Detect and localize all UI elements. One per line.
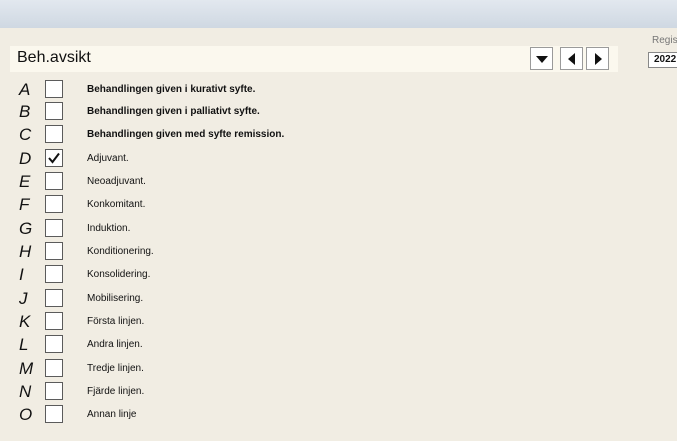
next-button[interactable] <box>586 47 609 70</box>
section-header-bar <box>10 46 618 72</box>
option-checkbox[interactable] <box>45 405 63 423</box>
option-row: F Konkomitant. <box>0 194 660 216</box>
option-row: M Tredje linjen. <box>0 358 660 380</box>
option-label: Behandlingen given med syfte remission. <box>87 129 285 140</box>
option-letter: I <box>19 265 24 284</box>
dropdown-button[interactable] <box>530 47 553 70</box>
option-checkbox[interactable] <box>45 149 63 167</box>
arrow-right-icon <box>595 53 602 65</box>
option-row: K Första linjen. <box>0 311 660 333</box>
option-checkbox[interactable] <box>45 382 63 400</box>
option-label: Konditionering. <box>87 246 154 257</box>
option-label: Behandlingen given i kurativt syfte. <box>87 84 256 95</box>
option-letter: K <box>19 312 31 331</box>
window-top-strip <box>0 0 677 28</box>
year-field[interactable]: 2022 <box>648 52 677 68</box>
option-letter: E <box>19 172 31 191</box>
option-letter: A <box>19 80 31 99</box>
arrow-left-icon <box>568 53 575 65</box>
option-checkbox[interactable] <box>45 172 63 190</box>
option-checkbox[interactable] <box>45 195 63 213</box>
registered-label: Regis <box>652 35 677 46</box>
option-label: Mobilisering. <box>87 293 144 304</box>
option-letter: N <box>19 382 32 401</box>
option-checkbox[interactable] <box>45 242 63 260</box>
option-checkbox[interactable] <box>45 359 63 377</box>
section-title: Beh.avsikt <box>17 49 91 66</box>
option-letter: B <box>19 102 31 121</box>
option-checkbox[interactable] <box>45 80 63 98</box>
option-label: Adjuvant. <box>87 153 129 164</box>
option-label: Neoadjuvant. <box>87 176 146 187</box>
option-row: O Annan linje <box>0 404 660 426</box>
option-letter: M <box>19 359 34 378</box>
option-letter: G <box>19 219 33 238</box>
option-checkbox[interactable] <box>45 102 63 120</box>
option-checkbox[interactable] <box>45 289 63 307</box>
option-label: Konsolidering. <box>87 269 151 280</box>
option-row: J Mobilisering. <box>0 288 660 310</box>
option-checkbox[interactable] <box>45 335 63 353</box>
option-letter: O <box>19 405 33 424</box>
option-checkbox[interactable] <box>45 312 63 330</box>
option-label: Konkomitant. <box>87 199 146 210</box>
option-row: A Behandlingen given i kurativt syfte. <box>0 79 660 101</box>
option-label: Fjärde linjen. <box>87 386 145 397</box>
option-letter: D <box>19 149 32 168</box>
option-letter: H <box>19 242 32 261</box>
option-row: B Behandlingen given i palliativt syfte. <box>0 101 660 123</box>
checkmark-icon <box>48 152 60 164</box>
option-checkbox[interactable] <box>45 219 63 237</box>
option-row: E Neoadjuvant. <box>0 171 660 193</box>
option-label: Annan linje <box>87 409 137 420</box>
option-label: Tredje linjen. <box>87 363 144 374</box>
previous-button[interactable] <box>560 47 583 70</box>
chevron-down-icon <box>536 56 548 63</box>
option-checkbox[interactable] <box>45 265 63 283</box>
option-label: Behandlingen given i palliativt syfte. <box>87 106 260 117</box>
option-letter: F <box>19 195 30 214</box>
option-label: Induktion. <box>87 223 131 234</box>
option-letter: C <box>19 125 32 144</box>
option-checkbox[interactable] <box>45 125 63 143</box>
option-row: L Andra linjen. <box>0 334 660 356</box>
option-letter: J <box>19 289 28 308</box>
option-row: H Konditionering. <box>0 241 660 263</box>
option-row: C Behandlingen given med syfte remission. <box>0 124 660 146</box>
option-label: Första linjen. <box>87 316 145 327</box>
option-row: G Induktion. <box>0 218 660 240</box>
option-row: N Fjärde linjen. <box>0 381 660 403</box>
option-row: I Konsolidering. <box>0 264 660 286</box>
option-label: Andra linjen. <box>87 339 143 350</box>
option-row: D Adjuvant. <box>0 148 660 170</box>
option-letter: L <box>19 335 29 354</box>
